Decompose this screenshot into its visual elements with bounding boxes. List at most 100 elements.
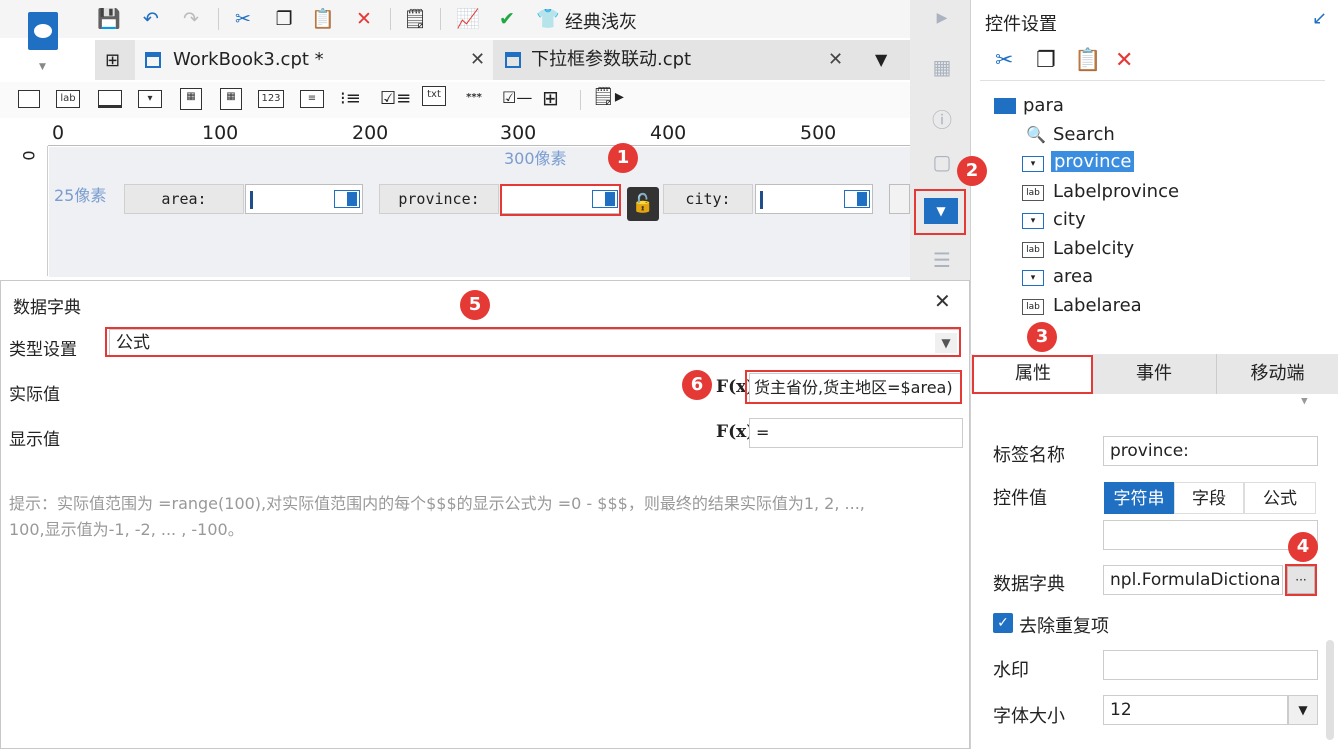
close-icon[interactable]: ✕ <box>828 40 843 80</box>
watermark-label: 水印 <box>993 660 1029 681</box>
textarea-widget-icon[interactable]: ≡ <box>300 90 324 108</box>
calendar-widget-icon[interactable]: ▦ <box>220 88 242 110</box>
password-widget-icon[interactable]: *** <box>460 90 488 108</box>
text-preview-icon[interactable]: 🗒 <box>403 8 427 30</box>
tab-properties[interactable]: 属性 <box>974 354 1092 394</box>
date-widget-icon[interactable]: ▦ <box>180 88 202 110</box>
font-size-label: 字体大小 <box>993 706 1065 727</box>
ruler-tick: 200 <box>352 122 389 144</box>
para-node-icon <box>994 98 1016 114</box>
checkbox-widget-icon[interactable]: ☑— <box>502 88 532 107</box>
app-logo[interactable]: ▼ <box>22 10 62 72</box>
province-label[interactable]: province: <box>379 184 499 214</box>
widget-settings-icon[interactable]: ▼ <box>924 198 958 224</box>
tab-workbook3[interactable]: WorkBook3.cpt * ✕ <box>135 40 493 80</box>
tab-dropdown-linkage[interactable]: 下拉框参数联动.cpt ✕ <box>493 40 843 80</box>
button-widget-icon[interactable] <box>98 90 122 108</box>
more-widgets-icon[interactable]: 🗒▸ <box>592 86 624 107</box>
tree-item-labelarea[interactable]: Labelarea <box>1053 295 1142 316</box>
redo-icon[interactable]: ↷ <box>180 8 202 30</box>
label-node-icon: lab <box>1022 299 1044 315</box>
tab-mobile[interactable]: 移动端 <box>1216 354 1338 394</box>
cut-icon[interactable]: ✂ <box>232 8 254 30</box>
tree-item-area[interactable]: area <box>1053 266 1093 287</box>
chevron-down-icon[interactable]: ▼ <box>39 62 46 72</box>
layer-icon[interactable]: ☰ <box>930 248 954 272</box>
callout-2: 2 <box>957 156 987 186</box>
tree-widget-icon[interactable]: ⊞ <box>542 86 559 110</box>
unlock-icon[interactable]: 🔓 <box>627 187 659 221</box>
cut-icon[interactable]: ✂ <box>995 48 1013 73</box>
close-icon[interactable]: ✕ <box>934 289 951 313</box>
area-combo[interactable] <box>245 184 363 214</box>
type-setting-label: 类型设置 <box>9 340 77 360</box>
tree-root-para[interactable]: para <box>1023 95 1064 116</box>
collapse-arrow-icon[interactable]: ▶ <box>930 10 954 32</box>
label-name-input[interactable]: province: <box>1103 436 1318 466</box>
watermark-input[interactable] <box>1103 650 1318 680</box>
number-widget-icon[interactable]: 123 <box>258 90 284 108</box>
tab-label: WorkBook3.cpt * <box>173 49 324 70</box>
delete-icon[interactable]: ✕ <box>353 8 375 30</box>
tree-item-labelprovince[interactable]: Labelprovince <box>1053 181 1179 202</box>
checkbox-group-icon[interactable]: ☑≡ <box>380 88 411 109</box>
close-icon[interactable]: ✕ <box>470 40 485 80</box>
tab-menu-icon[interactable]: ▼ <box>875 50 887 69</box>
combo-widget-icon[interactable]: ▾ <box>138 90 162 108</box>
province-combo[interactable] <box>501 184 621 214</box>
theme-label[interactable]: 经典浅灰 <box>565 8 637 34</box>
check-icon[interactable]: ✔ <box>496 8 518 30</box>
collapsed-section-header[interactable]: ▼ <box>985 398 1315 412</box>
frame-icon[interactable]: ▢ <box>930 150 954 174</box>
text-label-widget-icon[interactable]: lab <box>56 90 80 108</box>
dropdown-icon <box>592 190 618 208</box>
chevron-down-icon[interactable]: ▼ <box>1288 695 1318 725</box>
widget-value-string[interactable]: 字符串 <box>1104 482 1174 514</box>
save-icon[interactable]: 💾 <box>97 8 121 30</box>
paste-icon[interactable]: 📋 <box>311 8 335 30</box>
city-label[interactable]: city: <box>663 184 753 214</box>
copy-icon[interactable]: ❐ <box>1036 48 1056 73</box>
cell-info-icon[interactable]: ⓘ <box>930 104 954 132</box>
widget-value-field[interactable]: 字段 <box>1174 482 1244 514</box>
label-widget-icon[interactable] <box>18 90 40 108</box>
dictionary-input[interactable]: npl.FormulaDictionary <box>1103 565 1283 595</box>
text-widget-icon[interactable]: txt <box>422 86 446 106</box>
actual-value-input[interactable]: 货主省份,货主地区=$area) <box>749 373 961 403</box>
tree-item-labelcity[interactable]: Labelcity <box>1053 238 1134 259</box>
data-dictionary-dialog: 数据字典 ✕ 类型设置 公式 ▼ 实际值 F(x) 货主省份,货主地区=$are… <box>0 280 970 749</box>
radio-group-icon[interactable]: ⁝≡ <box>340 88 361 109</box>
chevron-down-icon[interactable]: ▼ <box>935 333 957 353</box>
ruler-tick: 0 <box>19 150 39 161</box>
copy-icon[interactable]: ❐ <box>273 8 295 30</box>
ruler-tick: 300 <box>500 122 537 144</box>
widget-value-input[interactable] <box>1103 520 1318 550</box>
dictionary-edit-button[interactable]: ··· <box>1287 566 1315 594</box>
parameter-canvas[interactable]: 300像素 25像素 area: province: 🔓 city: <box>49 147 910 277</box>
display-value-input[interactable]: = <box>749 418 963 448</box>
cell-attr-icon[interactable]: ▦ <box>930 55 954 79</box>
expand-icon[interactable]: ↙ <box>1312 8 1327 29</box>
combo-node-icon: ▾ <box>1022 156 1044 172</box>
shirt-icon[interactable]: 👕 <box>536 8 560 30</box>
tree-item-province[interactable]: province <box>1051 151 1135 172</box>
tree-item-search[interactable]: Search <box>1053 124 1115 145</box>
panel-scrollbar[interactable] <box>1326 640 1334 740</box>
paste-icon[interactable]: 📋 <box>1074 48 1101 73</box>
tab-label: 下拉框参数联动.cpt <box>531 49 692 70</box>
dedupe-checkbox[interactable]: ✓ <box>993 613 1013 633</box>
cpt-file-icon <box>505 52 521 68</box>
search-button-widget[interactable] <box>889 184 910 214</box>
callout-1: 1 <box>608 143 638 173</box>
undo-icon[interactable]: ↶ <box>140 8 162 30</box>
chart-preview-icon[interactable]: 📈 <box>456 8 480 30</box>
type-select[interactable]: 公式 <box>109 329 961 357</box>
tab-events[interactable]: 事件 <box>1094 354 1214 394</box>
widget-value-formula[interactable]: 公式 <box>1244 482 1316 514</box>
delete-icon[interactable]: ✕ <box>1115 48 1133 73</box>
grid-add-icon[interactable]: ⊞ <box>105 50 120 71</box>
city-combo[interactable] <box>755 184 873 214</box>
tree-item-city[interactable]: city <box>1053 209 1086 230</box>
font-size-select[interactable]: 12 <box>1103 695 1288 725</box>
area-label[interactable]: area: <box>124 184 244 214</box>
